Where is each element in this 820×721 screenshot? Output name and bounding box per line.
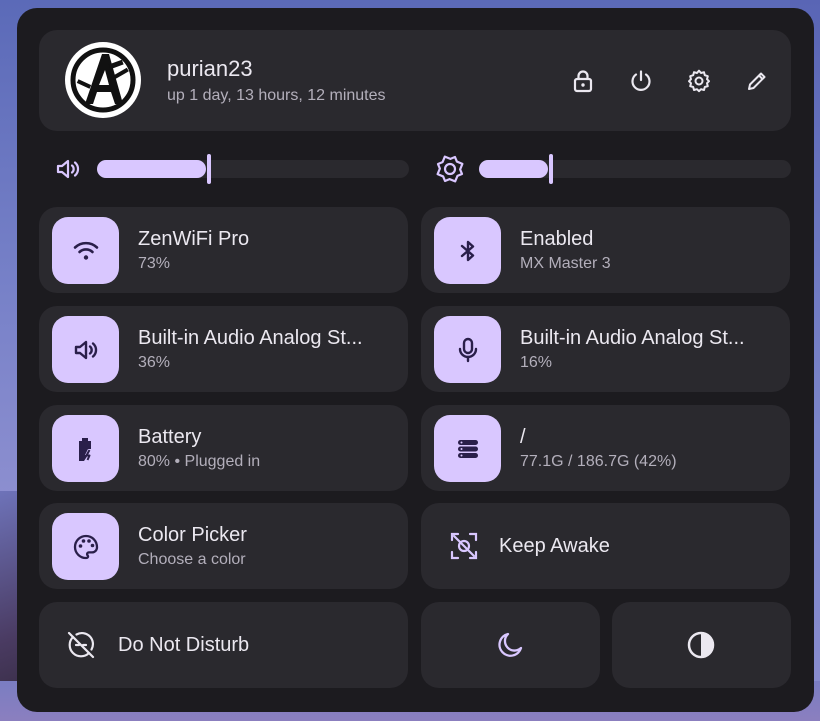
color-picker-tile[interactable]: Color Picker Choose a color xyxy=(39,503,408,589)
bluetooth-tile[interactable]: Enabled MX Master 3 xyxy=(421,207,790,293)
avatar-logo-icon xyxy=(67,44,139,116)
volume-slider[interactable] xyxy=(97,154,409,184)
brightness-slider-handle[interactable] xyxy=(549,154,553,184)
storage-icon xyxy=(434,415,501,482)
brightness-slider-fill xyxy=(479,160,548,178)
focus-off-icon xyxy=(447,529,481,563)
audio-output-level: 36% xyxy=(138,354,171,371)
audio-output-tile[interactable]: Built-in Audio Analog St... 36% xyxy=(39,306,408,392)
bluetooth-device: MX Master 3 xyxy=(520,255,611,272)
keep-awake-label: Keep Awake xyxy=(499,535,610,557)
avatar[interactable] xyxy=(65,42,141,118)
control-center-panel: purian23 up 1 day, 13 hours, 12 minutes xyxy=(17,8,814,712)
do-not-disturb-tile[interactable]: Do Not Disturb xyxy=(39,602,408,688)
wifi-tile[interactable]: ZenWiFi Pro 73% xyxy=(39,207,408,293)
bluetooth-status: Enabled xyxy=(520,228,594,250)
disk-tile[interactable]: / 77.1G / 186.7G (42%) xyxy=(421,405,790,491)
disk-usage: 77.1G / 186.7G (42%) xyxy=(520,453,677,470)
power-icon xyxy=(631,70,651,91)
volume-slider-handle[interactable] xyxy=(207,154,211,184)
settings-button[interactable] xyxy=(681,63,717,99)
battery-status: 80% • Plugged in xyxy=(138,453,261,470)
brightness-slider[interactable] xyxy=(479,154,791,184)
uptime-text: up 1 day, 13 hours, 12 minutes xyxy=(167,87,386,104)
palette-icon xyxy=(52,513,119,580)
power-button[interactable] xyxy=(623,63,659,99)
edit-button[interactable] xyxy=(739,63,775,99)
lock-button[interactable] xyxy=(565,63,601,99)
do-not-disturb-label: Do Not Disturb xyxy=(118,634,250,656)
speaker-icon xyxy=(52,316,119,383)
moon-icon xyxy=(493,628,527,662)
bluetooth-icon xyxy=(434,217,501,284)
audio-input-tile[interactable]: Built-in Audio Analog St... 16% xyxy=(421,306,790,392)
do-not-disturb-icon xyxy=(64,628,98,662)
pencil-icon xyxy=(748,72,766,90)
color-picker-subtitle: Choose a color xyxy=(138,551,246,568)
username: purian23 xyxy=(167,56,253,81)
audio-input-name: Built-in Audio Analog St... xyxy=(520,327,745,349)
color-picker-title: Color Picker xyxy=(138,524,247,546)
contrast-icon xyxy=(684,628,718,662)
keep-awake-tile[interactable]: Keep Awake xyxy=(421,503,790,589)
microphone-icon xyxy=(434,316,501,383)
audio-output-name: Built-in Audio Analog St... xyxy=(138,327,363,349)
lock-icon xyxy=(573,70,593,93)
disk-mount: / xyxy=(520,426,526,448)
volume-slider-fill xyxy=(97,160,206,178)
brightness-icon[interactable] xyxy=(435,154,465,184)
wifi-strength: 73% xyxy=(138,255,171,272)
dark-mode-tile[interactable] xyxy=(612,602,791,688)
wifi-network-name: ZenWiFi Pro xyxy=(138,228,250,250)
battery-charging-icon xyxy=(52,415,119,482)
user-header: purian23 up 1 day, 13 hours, 12 minutes xyxy=(39,30,791,131)
night-mode-tile[interactable] xyxy=(421,602,600,688)
audio-input-level: 16% xyxy=(520,354,553,371)
wifi-icon xyxy=(52,217,119,284)
battery-title: Battery xyxy=(138,426,202,448)
volume-icon[interactable] xyxy=(53,154,83,184)
gear-icon xyxy=(688,69,710,93)
battery-tile[interactable]: Battery 80% • Plugged in xyxy=(39,405,408,491)
